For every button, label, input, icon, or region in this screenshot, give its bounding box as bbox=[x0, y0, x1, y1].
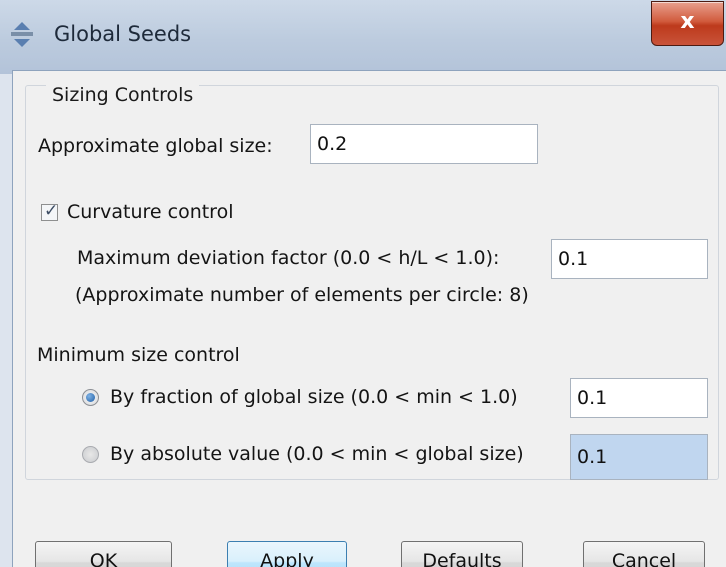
approx-global-size-input[interactable] bbox=[310, 124, 538, 164]
close-button[interactable]: x bbox=[651, 1, 724, 46]
close-icon: x bbox=[680, 9, 695, 34]
min-size-control-heading: Minimum size control bbox=[37, 344, 240, 366]
ok-button[interactable]: OK bbox=[35, 541, 172, 567]
dialog-body: Sizing Controls Approximate global size:… bbox=[12, 70, 726, 567]
seed-app-icon bbox=[11, 22, 33, 47]
fraction-input[interactable] bbox=[570, 378, 708, 418]
defaults-button[interactable]: Defaults bbox=[401, 541, 523, 567]
approx-global-size-label: Approximate global size: bbox=[38, 135, 273, 157]
fraction-label: By fraction of global size (0.0 < min < … bbox=[110, 386, 518, 408]
title-bar[interactable]: Global Seeds x bbox=[0, 0, 726, 74]
window-title: Global Seeds bbox=[54, 22, 192, 46]
apply-button[interactable]: Apply bbox=[227, 541, 347, 567]
global-seeds-dialog: Global Seeds x Sizing Controls Approxima… bbox=[0, 0, 726, 567]
sizing-controls-legend: Sizing Controls bbox=[46, 84, 200, 106]
cancel-button[interactable]: Cancel bbox=[583, 541, 705, 567]
curvature-control-checkbox[interactable]: ✓ bbox=[41, 201, 59, 221]
absolute-label: By absolute value (0.0 < min < global si… bbox=[110, 443, 524, 465]
radio-selected-dot-icon bbox=[86, 393, 95, 402]
curvature-control-label: Curvature control bbox=[67, 201, 234, 223]
elements-per-circle-note: (Approximate number of elements per circ… bbox=[75, 284, 529, 306]
max-deviation-input[interactable] bbox=[551, 239, 708, 279]
max-deviation-label: Maximum deviation factor (0.0 < h/L < 1.… bbox=[77, 247, 500, 269]
fraction-radio[interactable] bbox=[82, 389, 99, 406]
absolute-radio[interactable] bbox=[82, 446, 99, 463]
checkmark-icon: ✓ bbox=[44, 201, 59, 221]
absolute-input[interactable] bbox=[570, 434, 708, 480]
